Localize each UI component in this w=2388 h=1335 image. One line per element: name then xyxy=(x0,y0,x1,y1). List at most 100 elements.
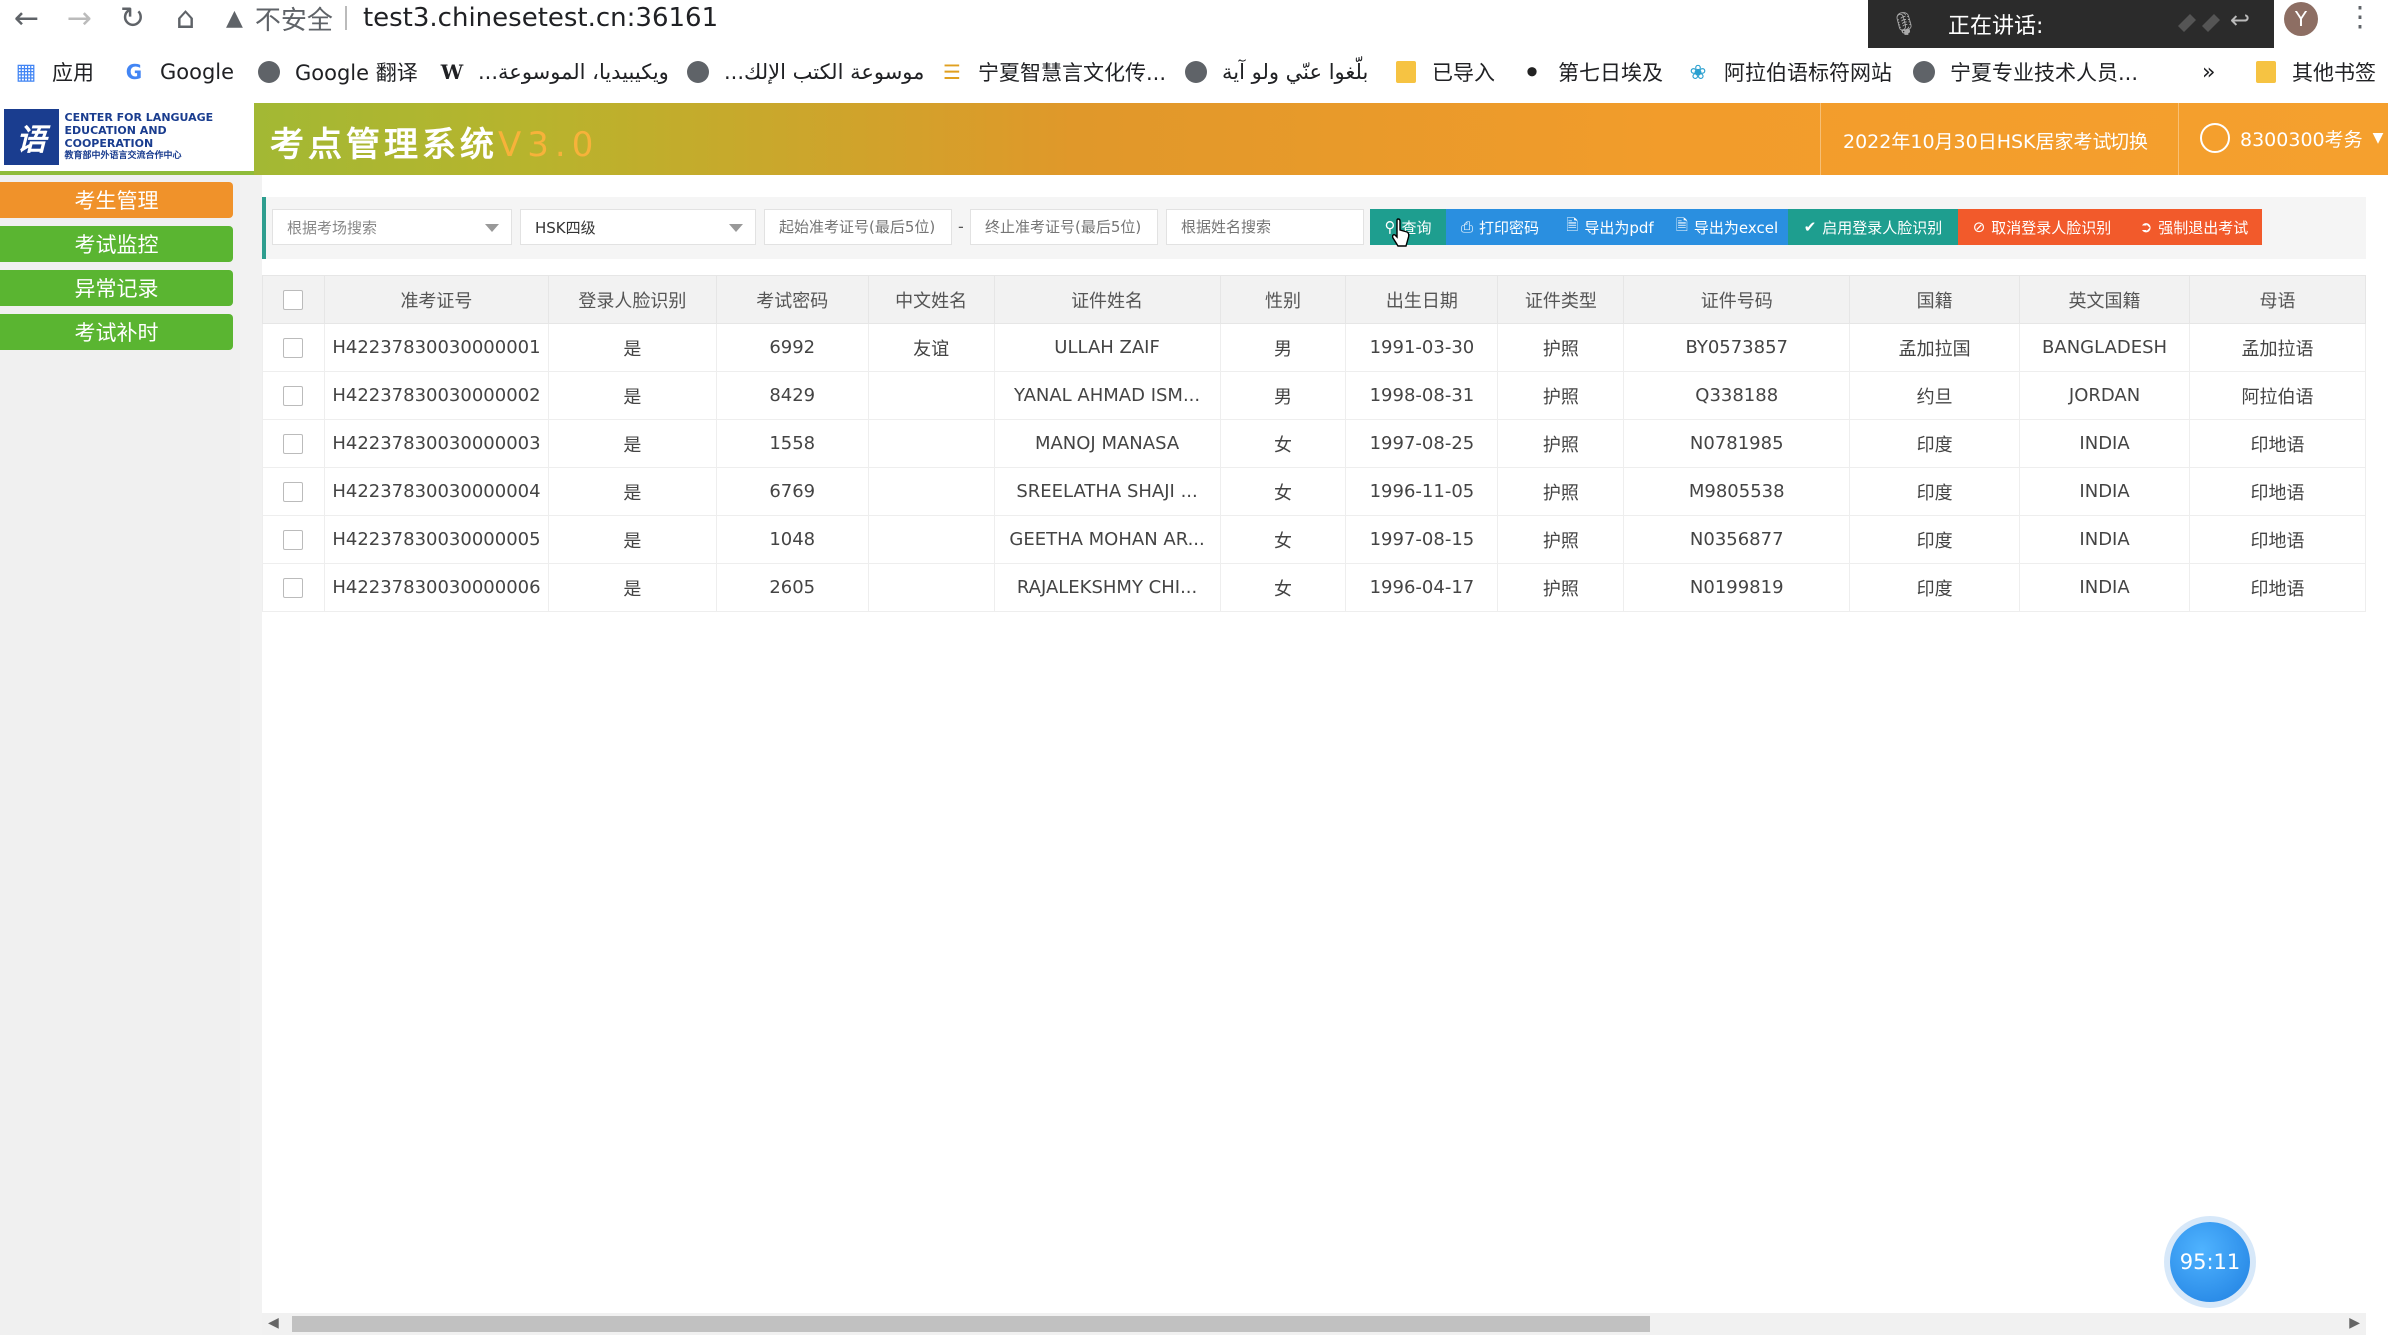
column-header[interactable]: 性别 xyxy=(1219,275,1347,324)
scroll-left-icon[interactable]: ◀ xyxy=(268,1315,279,1331)
sidebar-item-label: 异常记录 xyxy=(74,277,159,301)
row-checkbox[interactable] xyxy=(283,434,304,454)
bookmark-wikipedia[interactable]: W ...ويكيبيديا، الموسوعة xyxy=(440,52,669,92)
enable-face-recognition-button[interactable]: ✔ 启用登录人脸识别 xyxy=(1788,209,1958,245)
end-ticket-input[interactable] xyxy=(970,209,1158,245)
row-checkbox[interactable] xyxy=(283,578,304,598)
row-checkbox[interactable] xyxy=(283,338,304,358)
column-header[interactable]: 母语 xyxy=(2189,275,2366,324)
scrollbar-thumb[interactable] xyxy=(292,1316,1650,1332)
address-bar[interactable]: ▲ 不安全 test3.chinesetest.cn:36161 xyxy=(226,0,1866,36)
logo-line: CENTER FOR LANGUAGE xyxy=(64,111,214,124)
column-header[interactable]: 证件姓名 xyxy=(993,275,1221,324)
table-cell: 1996-04-17 xyxy=(1345,563,1499,612)
column-header[interactable]: 出生日期 xyxy=(1345,275,1499,324)
exam-name: 2022年10月30日HSK居家考试 xyxy=(1843,131,2112,153)
scroll-right-icon[interactable]: ▶ xyxy=(2349,1315,2360,1331)
table-row[interactable]: H42237830030000003 是 1558 MANOJ MANASA 女 1997… xyxy=(262,419,2366,468)
table-cell: N0199819 xyxy=(1623,563,1851,612)
table-row[interactable]: H42237830030000005 是 1048 GEETHA MOHAN AR..… xyxy=(262,515,2366,564)
table-cell: 护照 xyxy=(1497,323,1625,372)
export-pdf-button[interactable]: 🗎 导出为pdf xyxy=(1554,209,1666,245)
sidebar-item-label: 考试补时 xyxy=(74,321,159,345)
table-cell: INDIA xyxy=(2019,419,2191,468)
row-select-cell xyxy=(262,467,325,516)
row-select-cell xyxy=(262,563,325,612)
sidebar-item-exception-records[interactable]: 异常记录 xyxy=(0,270,233,306)
table-cell xyxy=(867,419,995,468)
bookmark-seventh-day-egypt[interactable]: ⚫ 第七日埃及 xyxy=(1520,52,1663,92)
reload-icon[interactable]: ↻ xyxy=(106,0,159,36)
range-dash: - xyxy=(958,217,964,236)
table-cell: BANGLADESH xyxy=(2019,323,2191,372)
table-row[interactable]: H42237830030000001 是 6992 友谊 ULLAH ZAIF 男 1991… xyxy=(262,323,2366,372)
table-cell: 印度 xyxy=(1849,419,2021,468)
user-menu[interactable]: 8300300考务 ▼ xyxy=(2200,123,2383,153)
room-select[interactable]: 根据考场搜索 xyxy=(272,209,512,245)
horizontal-scrollbar[interactable]: ◀ ▶ xyxy=(262,1313,2366,1335)
disable-face-recognition-button[interactable]: ⊘ 取消登录人脸识别 xyxy=(1958,209,2126,245)
column-header[interactable]: 中文姓名 xyxy=(867,275,995,324)
table-cell: H42237830030000003 xyxy=(323,419,549,468)
row-checkbox[interactable] xyxy=(283,482,304,502)
bookmark-imported[interactable]: 已导入 xyxy=(1394,52,1495,92)
countdown-timer[interactable]: 95:11 xyxy=(2170,1222,2250,1302)
row-checkbox[interactable] xyxy=(283,530,304,550)
table-cell: RAJALEKSHMY CHI... xyxy=(993,563,1221,612)
table-cell: 护照 xyxy=(1497,419,1625,468)
column-header[interactable]: 国籍 xyxy=(1849,275,2021,324)
start-ticket-input[interactable] xyxy=(764,209,952,245)
column-header[interactable]: 考试密码 xyxy=(715,275,869,324)
bookmark-ebooks[interactable]: ...موسوعة الكتب الإلك xyxy=(686,52,924,92)
sidebar-item-candidate-management[interactable]: 考生管理 xyxy=(0,182,233,218)
column-header[interactable]: 证件号码 xyxy=(1623,275,1851,324)
table-cell: 1997-08-15 xyxy=(1345,515,1499,564)
column-header[interactable]: 准考证号 xyxy=(323,275,549,324)
column-header[interactable]: 英文国籍 xyxy=(2019,275,2191,324)
user-name: 8300300考务 xyxy=(2240,128,2363,151)
bookmarks-overflow-button[interactable]: » xyxy=(2202,52,2215,92)
table-cell: 是 xyxy=(547,467,717,516)
print-password-button[interactable]: ⎙ 打印密码 xyxy=(1446,209,1554,245)
row-select-cell xyxy=(262,371,325,420)
button-label: 取消登录人脸识别 xyxy=(1991,218,2112,237)
home-icon[interactable]: ⌂ xyxy=(159,0,212,36)
force-exit-button[interactable]: ➲ 强制退出考试 xyxy=(2126,209,2262,245)
speaking-indicator: 🎙 正在讲话: ↩ xyxy=(1868,0,2274,48)
table-cell: 是 xyxy=(547,371,717,420)
bookmark-google-translate[interactable]: Google 翻译 xyxy=(257,52,418,92)
mic-muted-icon[interactable]: 🎙 xyxy=(1890,12,1930,37)
bookmark-other[interactable]: 其他书签 xyxy=(2254,52,2376,92)
app-title-text: 考点管理系统 xyxy=(270,125,498,165)
column-header[interactable]: 登录人脸识别 xyxy=(547,275,717,324)
reply-icon[interactable]: ↩ xyxy=(2230,6,2250,34)
app-title: 考点管理系统V3.0 xyxy=(270,117,599,166)
bookmark-ningxia-tech[interactable]: 宁夏专业技术人员... xyxy=(1912,52,2138,92)
menu-kebab-icon[interactable]: ⋮ xyxy=(2346,0,2374,33)
bookmark-apps[interactable]: ▦ 应用 xyxy=(14,52,94,92)
switch-exam-link[interactable]: 切换 xyxy=(2110,127,2148,154)
column-header[interactable]: 证件类型 xyxy=(1497,275,1625,324)
table-row[interactable]: H42237830030000002 是 8429 YANAL AHMAD ISM..… xyxy=(262,371,2366,420)
table-cell: 阿拉伯语 xyxy=(2189,371,2366,420)
back-icon[interactable]: ← xyxy=(0,0,53,36)
bookmark-arabic-site[interactable]: بلّغوا عنّي ولو آية xyxy=(1184,52,1368,92)
profile-avatar[interactable]: Y xyxy=(2284,2,2318,36)
table-body: H42237830030000001 是 6992 友谊 ULLAH ZAIF 男 1991… xyxy=(262,323,2366,612)
sidebar-item-extra-time[interactable]: 考试补时 xyxy=(0,314,233,350)
row-checkbox[interactable] xyxy=(283,386,304,406)
bookmark-arabic-symbols[interactable]: ❀ 阿拉伯语标符网站 xyxy=(1686,52,1892,92)
bookmark-ningxia-culture[interactable]: ☰ 宁夏智慧言文化传... xyxy=(940,52,1166,92)
table-cell: 印度 xyxy=(1849,467,2021,516)
select-all-checkbox[interactable] xyxy=(283,290,304,310)
sidebar-item-exam-monitoring[interactable]: 考试监控 xyxy=(0,226,233,262)
bookmark-google[interactable]: G Google xyxy=(122,52,234,92)
forward-icon[interactable]: → xyxy=(53,0,106,36)
name-search-input[interactable] xyxy=(1166,209,1364,245)
table-cell: 是 xyxy=(547,515,717,564)
table-row[interactable]: H42237830030000006 是 2605 RAJALEKSHMY CHI..… xyxy=(262,563,2366,612)
export-excel-button[interactable]: 🗎 导出为excel xyxy=(1666,209,1788,245)
bookmark-label: 宁夏专业技术人员... xyxy=(1950,61,2139,85)
level-select[interactable]: HSK四级 xyxy=(520,209,756,245)
table-row[interactable]: H42237830030000004 是 6769 SREELATHA SHAJI .… xyxy=(262,467,2366,516)
